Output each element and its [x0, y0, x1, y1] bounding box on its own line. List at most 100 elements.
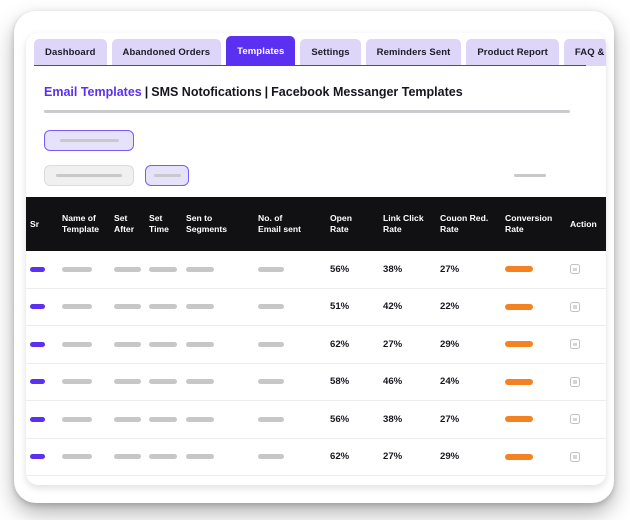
cell-sr — [26, 454, 58, 460]
skeleton-pill — [258, 379, 284, 385]
table-row[interactable]: 56% 38% 27% — [26, 401, 606, 439]
cell-no-of-email-sent — [254, 454, 326, 460]
cell-link-click-rate: 27% — [383, 338, 403, 350]
tab-abandoned-orders[interactable]: Abandoned Orders — [111, 39, 222, 66]
cell-open-rate: 51% — [330, 301, 350, 313]
cell-open-rate: 62% — [330, 338, 350, 350]
table-row[interactable]: 56% 38% 27% — [26, 251, 606, 289]
skeleton-pill — [114, 379, 141, 385]
cell-action — [566, 339, 606, 350]
column-header-sent-to-segments: Sen to Segments — [186, 213, 228, 234]
filter-apply-placeholder[interactable] — [145, 165, 189, 186]
skeleton-pill — [30, 304, 45, 310]
cell-coupon-red-rate: 24% — [440, 376, 460, 388]
cell-coupon-red-rate: 27% — [440, 263, 460, 275]
cell-coupon-red-rate: 22% — [440, 301, 460, 313]
cell-set-after — [110, 341, 145, 347]
tab-reminders-sent[interactable]: Reminders Sent — [365, 39, 462, 66]
cell-set-time — [145, 379, 182, 385]
cell-name-of-template — [58, 454, 110, 460]
skeleton-pill — [149, 266, 177, 272]
cell-set-after — [110, 379, 145, 385]
column-header-sr: Sr — [30, 218, 40, 229]
tab-dashboard[interactable]: Dashboard — [34, 39, 107, 66]
toolbar-right-placeholder[interactable] — [514, 174, 546, 177]
cell-no-of-email-sent — [254, 304, 326, 310]
cell-action — [566, 301, 606, 312]
cell-set-after — [110, 304, 145, 310]
skeleton-pill — [149, 341, 177, 347]
table-row[interactable]: 62% 27% 29% — [26, 438, 606, 476]
tab-underline — [34, 64, 586, 67]
title-email-templates[interactable]: Email Templates — [44, 85, 142, 99]
title-sms-notifications[interactable]: SMS Notofications — [151, 85, 261, 99]
cell-sr — [26, 379, 58, 385]
table-row[interactable]: 58% 46% 24% — [26, 363, 606, 401]
skeleton-pill — [62, 304, 92, 310]
cell-conversion-rate — [501, 266, 566, 273]
conversion-rate-bar — [505, 378, 533, 385]
column-header-name-of-template: Name of Template — [62, 213, 100, 234]
cell-sent-to-segments — [182, 304, 254, 310]
placeholder-line — [153, 174, 181, 177]
action-menu-icon[interactable] — [570, 264, 580, 275]
skeleton-pill — [62, 341, 92, 347]
column-header-set-after: Set After — [114, 213, 135, 234]
search-input-placeholder[interactable] — [44, 165, 134, 186]
cell-name-of-template — [58, 416, 110, 422]
column-header-open-rate: Open Rate — [330, 213, 352, 234]
action-menu-icon[interactable] — [570, 301, 580, 312]
skeleton-pill — [186, 304, 214, 310]
skeleton-pill — [30, 341, 45, 347]
skeleton-pill — [186, 379, 214, 385]
cell-set-after — [110, 454, 145, 460]
cell-action — [566, 376, 606, 387]
cell-sr — [26, 341, 58, 347]
cell-set-after — [110, 416, 145, 422]
action-menu-icon[interactable] — [570, 376, 580, 387]
cell-sent-to-segments — [182, 266, 254, 272]
skeleton-pill — [258, 341, 284, 347]
title-separator-1: | — [144, 85, 149, 99]
table-row[interactable]: 62% 27% 29% — [26, 326, 606, 364]
skeleton-pill — [149, 304, 177, 310]
skeleton-pill — [114, 266, 141, 272]
cell-conversion-rate — [501, 453, 566, 460]
filter-primary-placeholder[interactable] — [44, 130, 134, 151]
conversion-rate-bar — [505, 453, 533, 460]
cell-coupon-red-rate: 27% — [440, 413, 460, 425]
tab-settings[interactable]: Settings — [300, 39, 361, 66]
title-facebook-messenger-templates[interactable]: Facebook Messanger Templates — [271, 85, 463, 99]
skeleton-pill — [186, 416, 214, 422]
cell-open-rate: 62% — [330, 451, 350, 463]
table-header-row: Sr Name of Template Set After Set Time Sen t… — [26, 197, 606, 251]
cell-sent-to-segments — [182, 379, 254, 385]
tab-templates[interactable]: Templates — [226, 36, 296, 66]
tab-faq-support[interactable]: FAQ & SUpport — [563, 39, 606, 66]
skeleton-pill — [258, 304, 284, 310]
cell-no-of-email-sent — [254, 416, 326, 422]
cell-conversion-rate — [501, 303, 566, 310]
app-panel: Dashboard Abandoned Orders Templates Settin… — [26, 33, 606, 485]
cell-link-click-rate: 42% — [383, 301, 403, 313]
tab-product-report[interactable]: Product Report — [466, 39, 559, 66]
tab-list: Dashboard Abandoned Orders Templates Settin… — [34, 36, 606, 66]
skeleton-pill — [114, 304, 141, 310]
cell-set-after — [110, 266, 145, 272]
cell-sr — [26, 304, 58, 310]
action-icon-inner — [573, 417, 577, 421]
table-row[interactable]: 51% 42% 22% — [26, 288, 606, 326]
action-menu-icon[interactable] — [570, 414, 580, 425]
skeleton-pill — [30, 266, 45, 272]
cell-coupon-red-rate: 29% — [440, 338, 460, 350]
cell-link-click-rate: 38% — [383, 413, 403, 425]
action-menu-icon[interactable] — [570, 339, 580, 350]
action-menu-icon[interactable] — [570, 451, 580, 462]
skeleton-pill — [62, 379, 92, 385]
cell-name-of-template — [58, 379, 110, 385]
skeleton-pill — [30, 416, 45, 422]
tab-bar: Dashboard Abandoned Orders Templates Settin… — [26, 33, 606, 67]
skeleton-pill — [30, 454, 45, 460]
cell-open-rate: 56% — [330, 413, 350, 425]
cell-sr — [26, 416, 58, 422]
